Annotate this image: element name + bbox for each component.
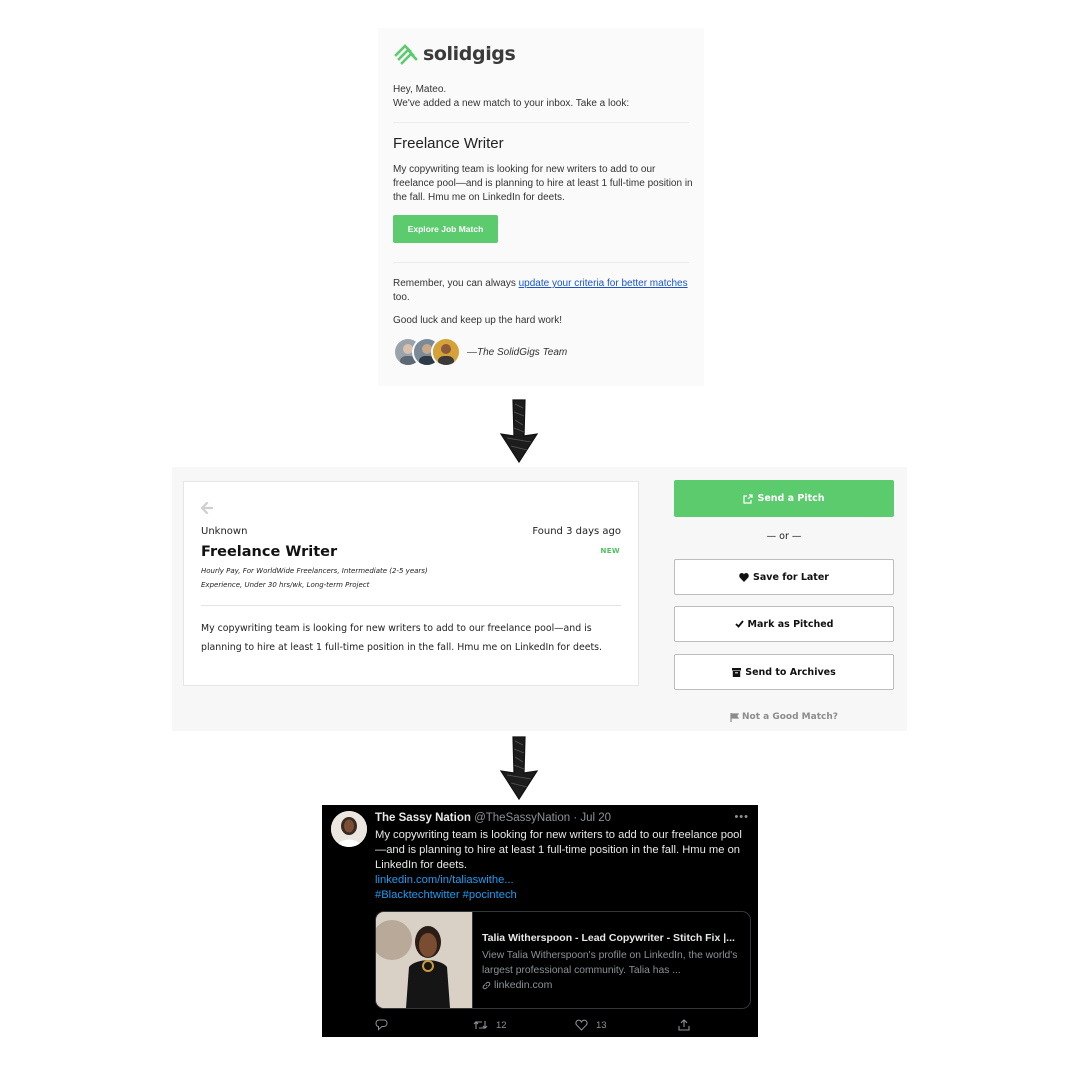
send-pitch-button[interactable]: Send a Pitch: [674, 480, 894, 517]
mark-as-pitched-button[interactable]: Mark as Pitched: [674, 606, 894, 642]
link-preview-domain: linkedin.com: [482, 979, 552, 991]
down-arrow-icon: [499, 399, 539, 464]
retweet-count: 12: [496, 1019, 507, 1031]
heart-icon: [739, 572, 749, 582]
good-luck-text: Good luck and keep up the hard work!: [393, 315, 562, 326]
tweet-hashtags[interactable]: #Blacktechtwitter #pocintech: [375, 889, 517, 901]
intro-line: We've added a new match to your inbox. T…: [393, 98, 630, 109]
link-preview-card[interactable]: Talia Witherspoon - Lead Copywriter - St…: [375, 911, 751, 1009]
remember-text: Remember, you can always update your cri…: [393, 277, 689, 305]
company-name: Unknown: [201, 526, 248, 537]
not-good-match-link[interactable]: Not a Good Match?: [674, 712, 894, 722]
tweet-text: My copywriting team is looking for new w…: [375, 829, 742, 871]
link-preview-domain-text: linkedin.com: [494, 979, 553, 991]
flag-icon: [730, 712, 739, 722]
heart-icon: [575, 1019, 588, 1031]
greeting-line: Hey, Mateo.: [393, 84, 447, 95]
email-greeting: Hey, Mateo. We've added a new match to y…: [393, 83, 629, 111]
tweet-actions: 12 13: [375, 1019, 747, 1033]
email-job-description: My copywriting team is looking for new w…: [393, 164, 693, 203]
divider: [201, 605, 621, 606]
tweet-author-handle[interactable]: @TheSassyNation: [474, 812, 570, 824]
solidgigs-logo: solidgigs: [393, 41, 516, 67]
remember-prefix: Remember, you can always: [393, 278, 516, 289]
new-badge: NEW: [600, 547, 620, 555]
check-icon: [734, 620, 744, 628]
save-for-later-label: Save for Later: [753, 571, 829, 583]
explore-job-match-button[interactable]: Explore Job Match: [393, 215, 498, 243]
external-link-icon: [743, 493, 754, 504]
tweet: The Sassy Nation @TheSassyNation · Jul 2…: [322, 805, 758, 1037]
job-description: My copywriting team is looking for new w…: [201, 623, 603, 653]
job-title: Freelance Writer: [201, 544, 338, 560]
tweet-date: · Jul 20: [573, 812, 612, 824]
divider: [393, 122, 689, 123]
send-to-archives-button[interactable]: Send to Archives: [674, 654, 894, 690]
reply-button[interactable]: [375, 1019, 388, 1031]
share-button[interactable]: [678, 1019, 690, 1031]
like-button[interactable]: 13: [575, 1019, 607, 1031]
send-to-archives-label: Send to Archives: [745, 666, 836, 678]
not-good-match-label: Not a Good Match?: [742, 712, 838, 722]
job-meta-line: Hourly Pay, For WorldWide Freelancers, I…: [201, 567, 428, 575]
archive-icon: [732, 667, 742, 677]
found-date: Found 3 days ago: [532, 526, 621, 537]
solidgigs-logo-icon: [394, 44, 418, 65]
link-preview-description: View Talia Witherspoon's profile on Link…: [482, 950, 738, 976]
avatar[interactable]: [331, 811, 367, 847]
link-icon: [482, 981, 491, 989]
reply-icon: [375, 1019, 388, 1031]
save-for-later-button[interactable]: Save for Later: [674, 559, 894, 595]
email-job-title: Freelance Writer: [393, 135, 504, 152]
back-arrow-icon[interactable]: [200, 501, 214, 515]
avatar: [431, 337, 461, 367]
tweet-link[interactable]: linkedin.com/in/taliaswithe...: [375, 874, 514, 886]
link-preview-title: Talia Witherspoon - Lead Copywriter - St…: [482, 932, 735, 944]
share-icon: [678, 1019, 690, 1031]
retweet-button[interactable]: 12: [473, 1019, 507, 1031]
like-count: 13: [596, 1019, 607, 1031]
tweet-author-name[interactable]: The Sassy Nation: [375, 812, 471, 824]
down-arrow-icon: [499, 736, 539, 801]
signature-text: —The SolidGigs Team: [467, 346, 568, 358]
mark-as-pitched-label: Mark as Pitched: [747, 618, 834, 630]
send-pitch-label: Send a Pitch: [757, 493, 825, 504]
remember-suffix: too.: [393, 292, 410, 303]
job-meta-line: Experience, Under 30 hrs/wk, Long-term P…: [201, 581, 370, 589]
job-match-panel: Unknown Found 3 days ago Freelance Write…: [172, 467, 907, 731]
or-separator: — or —: [766, 531, 802, 542]
tweet-header: The Sassy Nation @TheSassyNation · Jul 2…: [375, 812, 611, 824]
job-card: Unknown Found 3 days ago Freelance Write…: [183, 481, 639, 686]
update-criteria-link[interactable]: update your criteria for better matches: [519, 278, 688, 289]
team-signature: —The SolidGigs Team: [393, 337, 567, 367]
brand-name: solidgigs: [423, 43, 516, 65]
email-card: solidgigs Hey, Mateo. We've added a new …: [378, 28, 704, 386]
more-options-icon[interactable]: •••: [734, 811, 749, 823]
link-preview-image: [376, 912, 473, 1008]
divider: [393, 262, 689, 263]
retweet-icon: [473, 1020, 488, 1030]
